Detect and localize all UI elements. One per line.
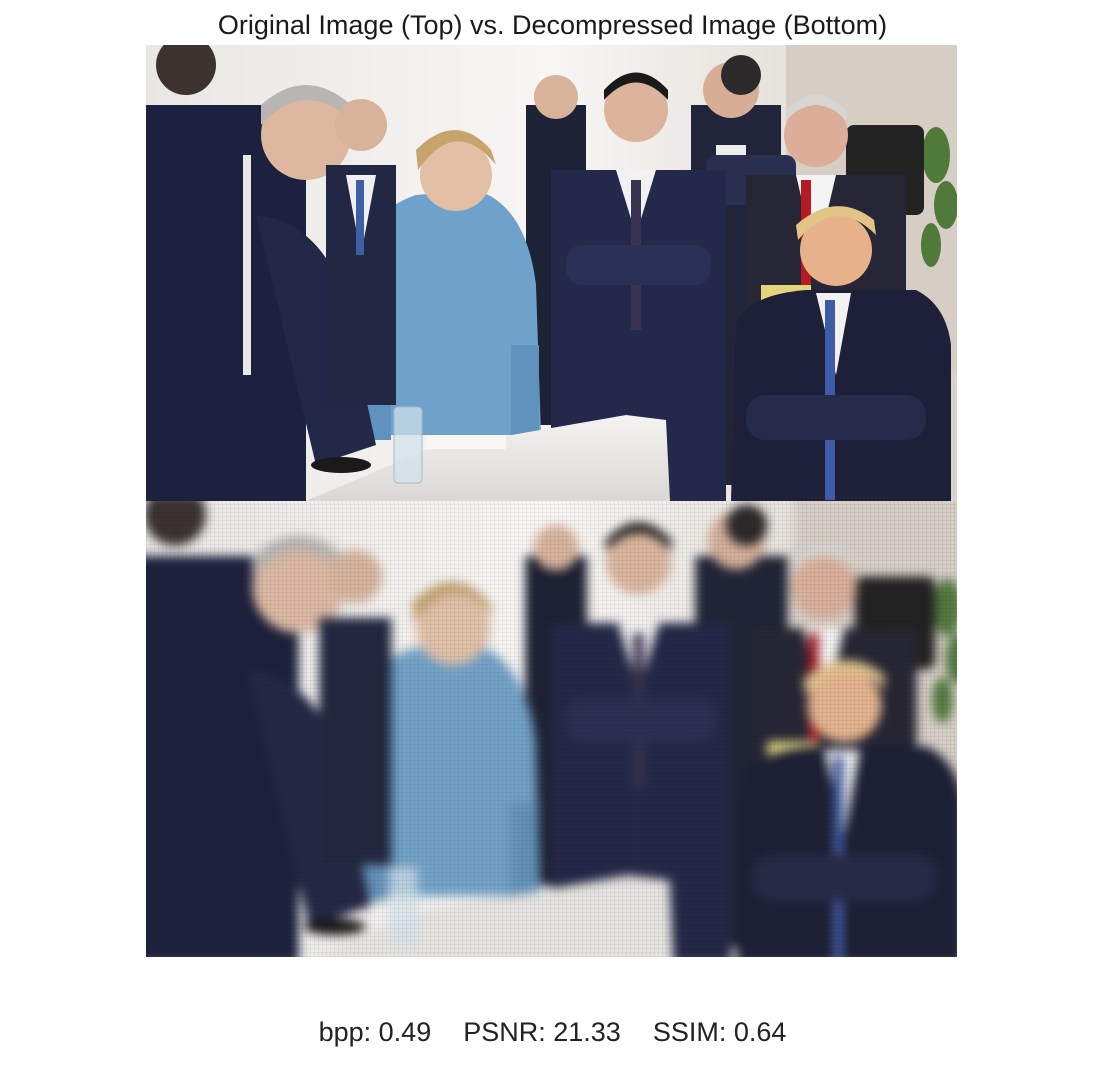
ssim-metric: SSIM: 0.64 — [652, 1017, 787, 1047]
decompressed-photo — [146, 501, 957, 957]
figure-title: Original Image (Top) vs. Decompressed Im… — [217, 10, 888, 40]
original-image-panel — [146, 45, 957, 501]
psnr-metric: PSNR: 21.33 — [463, 1017, 621, 1047]
original-photo — [146, 45, 957, 501]
metrics-caption: bpp: 0.49 PSNR: 21.33 SSIM: 0.64 — [0, 1012, 1105, 1052]
bpp-metric: bpp: 0.49 — [318, 1017, 432, 1047]
decompressed-image-panel — [146, 501, 957, 957]
